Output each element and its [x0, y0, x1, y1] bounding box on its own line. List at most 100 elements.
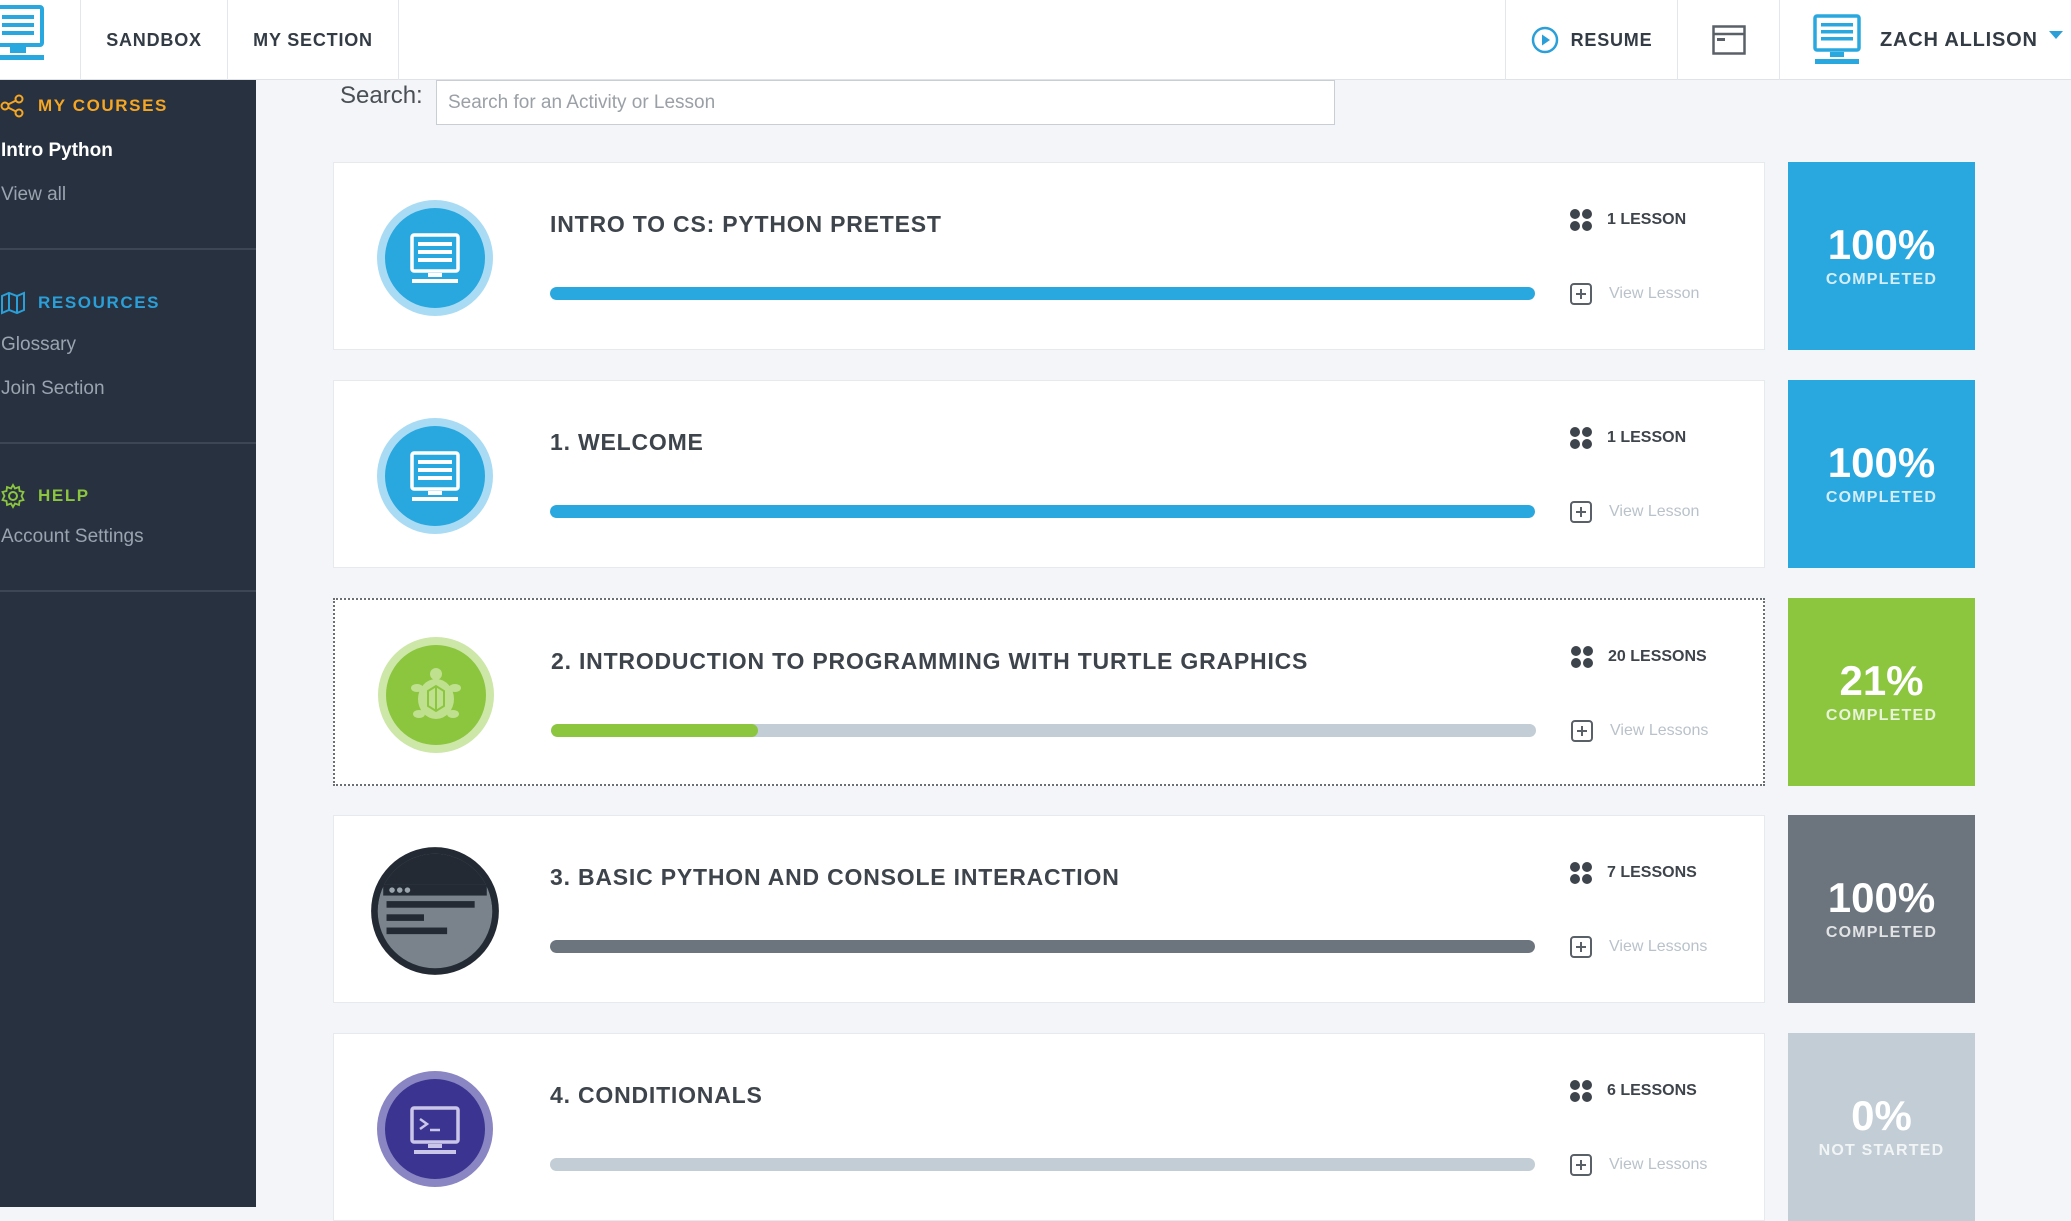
help-heading: HELP [0, 483, 90, 509]
status-label: COMPLETED [1825, 489, 1938, 506]
window-toggle-button[interactable] [1678, 0, 1780, 80]
course-status-tile: 100% COMPLETED [1788, 380, 1975, 568]
status-label: COMPLETED [1825, 707, 1938, 724]
course-progress-fill [550, 505, 1535, 518]
course-progress-fill [550, 287, 1535, 300]
resume-label: RESUME [1570, 29, 1653, 50]
plus-square-icon [1570, 1154, 1592, 1176]
view-lessons-label: View Lesson [1609, 285, 1700, 302]
status-percent: 100% [1827, 221, 1936, 268]
my-courses-heading: MY COURSES [0, 94, 168, 118]
search-input[interactable] [436, 80, 1335, 125]
nav-my-section[interactable]: MY SECTION [228, 0, 399, 80]
plus-square-icon [1570, 283, 1592, 305]
sidebar-item-view-all[interactable]: View all [1, 184, 66, 206]
status-label: COMPLETED [1825, 271, 1938, 288]
lesson-count-label: 7 LESSONS [1607, 864, 1697, 881]
course-title[interactable]: 4. CONDITIONALS [550, 1082, 763, 1109]
sidebar-item-account-settings[interactable]: Account Settings [1, 526, 144, 548]
lesson-count: 1 LESSON [1569, 208, 1686, 232]
course-progress-fill [551, 724, 758, 737]
user-name: ZACH ALLISON [1880, 28, 2038, 51]
sidebar-item-glossary[interactable]: Glossary [1, 334, 76, 356]
view-lessons-link[interactable]: View Lesson [1569, 282, 1699, 306]
resume-button[interactable]: RESUME [1505, 0, 1678, 80]
map-icon [0, 291, 25, 315]
course-progress-bar [551, 724, 1536, 737]
course-status-tile: 0% NOT STARTED [1788, 1033, 1975, 1221]
course-card[interactable]: INTRO TO CS: PYTHON PRETEST 1 LESSON Vie… [333, 162, 1765, 350]
course-status-tile: 100% COMPLETED [1788, 162, 1975, 350]
course-card[interactable]: 4. CONDITIONALS 6 LESSONS View Lessons [333, 1033, 1765, 1221]
top-nav-bar: SANDBOX MY SECTION RESUME ZACH ALLISON [0, 0, 2071, 80]
course-progress-fill [550, 940, 1535, 953]
course-progress-bar [550, 287, 1535, 300]
gear-icon [1, 483, 25, 509]
view-lessons-link[interactable]: View Lessons [1569, 1153, 1707, 1177]
lesson-count: 1 LESSON [1569, 426, 1686, 450]
play-circle-icon [1531, 26, 1558, 54]
browser-window-icon [1711, 25, 1746, 55]
status-percent: 100% [1827, 439, 1936, 486]
four-dots-icon [1570, 1080, 1592, 1102]
course-status-tile: 100% COMPLETED [1788, 815, 1975, 1003]
view-lessons-link[interactable]: View Lessons [1569, 935, 1707, 959]
turtle-icon [378, 637, 494, 753]
course-title[interactable]: INTRO TO CS: PYTHON PRETEST [550, 211, 942, 238]
user-avatar-monitor-icon [1813, 14, 1861, 64]
view-lessons-link[interactable]: View Lessons [1570, 719, 1708, 743]
status-percent: 0% [1851, 1092, 1912, 1139]
course-progress-bar [550, 505, 1535, 518]
lesson-count-label: 20 LESSONS [1608, 648, 1707, 665]
status-percent: 100% [1827, 874, 1936, 921]
nav-sandbox[interactable]: SANDBOX [80, 0, 228, 80]
course-title[interactable]: 1. WELCOME [550, 429, 704, 456]
lesson-count: 20 LESSONS [1570, 645, 1707, 669]
view-lessons-label: View Lessons [1609, 1156, 1708, 1173]
course-status-tile: 21% COMPLETED [1788, 598, 1975, 786]
status-label: NOT STARTED [1818, 1142, 1945, 1159]
view-lessons-label: View Lessons [1610, 722, 1709, 739]
sidebar: MY COURSES Intro Python View all RESOURC… [0, 80, 256, 1207]
view-lessons-link[interactable]: View Lesson [1569, 500, 1699, 524]
console-window-icon [371, 847, 499, 975]
course-card[interactable]: 1. WELCOME 1 LESSON View Lesson [333, 380, 1765, 568]
four-dots-icon [1571, 646, 1593, 668]
share-nodes-icon [0, 94, 24, 118]
terminal-icon [377, 1071, 493, 1187]
codehs-logo-icon[interactable] [0, 3, 48, 65]
course-card[interactable]: 3. BASIC PYTHON AND CONSOLE INTERACTION … [333, 815, 1765, 1003]
course-progress-bar [550, 940, 1535, 953]
lesson-count-label: 1 LESSON [1607, 211, 1687, 228]
resources-label: RESOURCES [38, 293, 161, 312]
lesson-count: 7 LESSONS [1569, 861, 1697, 885]
sidebar-divider [0, 248, 256, 250]
four-dots-icon [1570, 427, 1592, 449]
sidebar-item-intro-python[interactable]: Intro Python [1, 140, 113, 162]
four-dots-icon [1570, 209, 1592, 231]
plus-square-icon [1570, 501, 1592, 523]
resources-heading: RESOURCES [0, 291, 160, 315]
monitor-icon [377, 418, 493, 534]
lesson-count: 6 LESSONS [1569, 1079, 1697, 1103]
sidebar-divider [0, 590, 256, 592]
view-lessons-label: View Lesson [1609, 503, 1700, 520]
plus-square-icon [1570, 936, 1592, 958]
course-title[interactable]: 3. BASIC PYTHON AND CONSOLE INTERACTION [550, 864, 1120, 891]
course-card[interactable]: 2. INTRODUCTION TO PROGRAMMING WITH TURT… [333, 598, 1765, 786]
lesson-count-label: 1 LESSON [1607, 429, 1687, 446]
four-dots-icon [1570, 862, 1592, 884]
view-lessons-label: View Lessons [1609, 938, 1708, 955]
sidebar-divider [0, 442, 256, 444]
sidebar-item-join-section[interactable]: Join Section [1, 378, 105, 400]
status-percent: 21% [1839, 657, 1924, 704]
course-title[interactable]: 2. INTRODUCTION TO PROGRAMMING WITH TURT… [551, 648, 1308, 675]
course-progress-bar [550, 1158, 1535, 1171]
monitor-icon [377, 200, 493, 316]
lesson-count-label: 6 LESSONS [1607, 1082, 1697, 1099]
my-courses-label: MY COURSES [38, 96, 168, 115]
user-menu[interactable]: ZACH ALLISON [1780, 0, 2071, 80]
help-label: HELP [38, 486, 90, 505]
chevron-down-icon[interactable] [2049, 31, 2063, 39]
status-label: COMPLETED [1825, 924, 1938, 941]
